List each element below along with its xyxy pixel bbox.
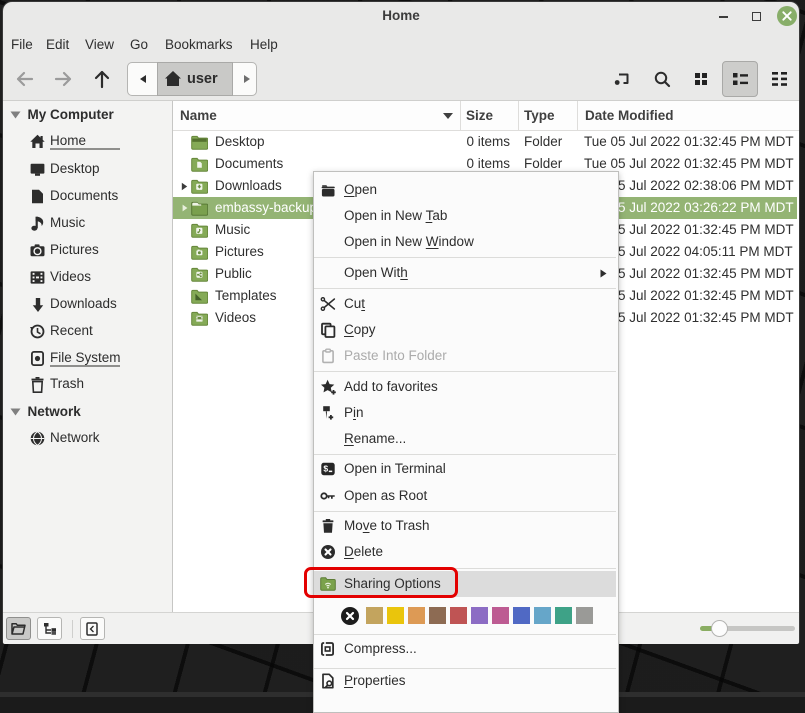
svg-text:$: $ xyxy=(323,464,328,474)
